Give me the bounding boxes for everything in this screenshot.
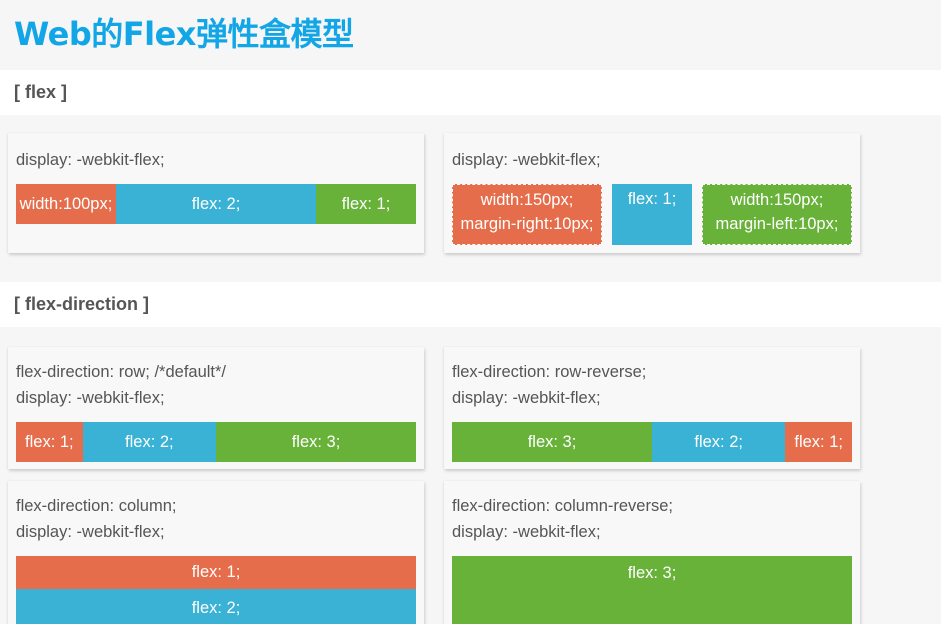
item-text: margin-left:10px; [715, 215, 839, 233]
demo-card-column: flex-direction: column; display: -webkit… [8, 481, 424, 624]
flex-item-flex-1: flex: 1; [612, 184, 692, 245]
flex-container: width:100px; flex: 2; flex: 1; [16, 184, 416, 224]
flex-item-flex-3: flex: 3; [216, 422, 416, 462]
flex-item-flex-2: flex: 2; [652, 422, 786, 462]
flex-item-flex-1: flex: 1; [316, 184, 416, 224]
flex-container: flex: 3; flex: 2; flex: 1; [452, 422, 852, 462]
code-line: display: -webkit-flex; [16, 151, 165, 169]
flex-item-flex-3: flex: 3; [452, 422, 652, 462]
flex-item-flex-1: flex: 1; [16, 422, 83, 462]
flex-item-fixed-width: width:100px; [16, 184, 116, 224]
section-header-flex-direction: [ flex-direction ] [0, 282, 941, 327]
flex-item-fixed-margin-right: width:150px; margin-right:10px; [452, 184, 602, 245]
flex-item-flex-2: flex: 2; [116, 184, 316, 224]
flex-item-flex-1: flex: 1; [16, 556, 416, 589]
flex-container: flex: 1; flex: 2; [16, 556, 416, 624]
demo-card-flex-margin: display: -webkit-flex; width:150px; marg… [444, 133, 860, 253]
demo-card-row: flex-direction: row; /*default*/ display… [8, 347, 424, 469]
item-text: margin-right:10px; [460, 215, 594, 233]
code-line: flex-direction: column-reverse; [452, 497, 673, 515]
section-title-flex: [ flex ] [14, 82, 68, 102]
flex-container: flex: 1; flex: 2; flex: 3; [16, 422, 416, 462]
code-line: display: -webkit-flex; [452, 151, 601, 169]
demo-card-flex-basic: display: -webkit-flex; width:100px; flex… [8, 133, 424, 253]
demo-card-column-reverse: flex-direction: column-reverse; display:… [444, 481, 860, 624]
code-line: flex-direction: row-reverse; [452, 363, 647, 381]
item-text: width:150px; [480, 191, 574, 209]
page-title: Web的Flex弹性盒模型 [14, 15, 354, 53]
code-line: display: -webkit-flex; [452, 523, 601, 541]
flex-item-flex-2: flex: 2; [82, 422, 216, 462]
code-line: flex-direction: row; /*default*/ [16, 363, 227, 381]
code-line: display: -webkit-flex; [16, 523, 165, 541]
flex-item-flex-2: flex: 2; [16, 589, 416, 624]
flex-item-flex-1: flex: 1; [785, 422, 852, 462]
item-text: width:150px; [730, 191, 824, 209]
flex-item-fixed-margin-left: width:150px; margin-left:10px; [702, 184, 852, 245]
flex-container: flex: 3; [452, 556, 852, 624]
demo-card-row-reverse: flex-direction: row-reverse; display: -w… [444, 347, 860, 469]
section-header-flex: [ flex ] [0, 70, 941, 115]
code-line: flex-direction: column; [16, 497, 177, 515]
flex-container: width:150px; margin-right:10px; flex: 1;… [452, 184, 852, 245]
flex-item-flex-3: flex: 3; [452, 556, 852, 624]
section-title-flex-direction: [ flex-direction ] [14, 294, 150, 314]
code-line: display: -webkit-flex; [452, 389, 601, 407]
code-line: display: -webkit-flex; [16, 389, 165, 407]
item-text: flex: 1; [627, 190, 677, 208]
